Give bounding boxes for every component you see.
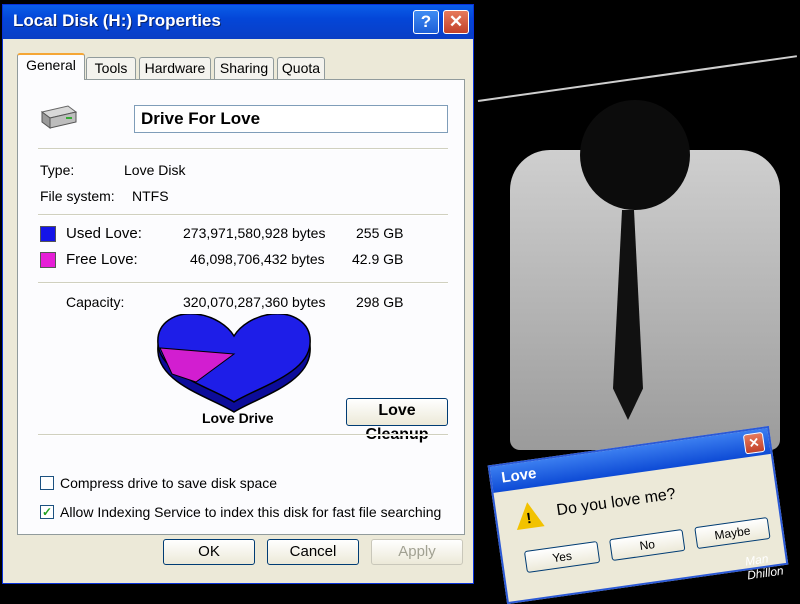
cancel-button[interactable]: Cancel: [267, 539, 359, 565]
tab-sharing[interactable]: Sharing: [214, 57, 274, 79]
used-space-swatch: [40, 226, 56, 242]
apply-button[interactable]: Apply: [371, 539, 463, 565]
tab-tools[interactable]: Tools: [86, 57, 136, 79]
title-bar[interactable]: Local Disk (H:) Properties ? ✕: [3, 5, 473, 39]
hard-drive-icon: [40, 105, 78, 129]
separator: [38, 434, 448, 436]
help-button[interactable]: ?: [413, 10, 439, 34]
indexing-checkbox[interactable]: ✓: [40, 505, 54, 519]
yes-button[interactable]: Yes: [523, 540, 601, 574]
close-button[interactable]: ✕: [443, 10, 469, 34]
credit-text: Man Dhillon: [744, 550, 784, 582]
capacity-size: 298 GB: [356, 294, 404, 310]
free-space-bytes: 46,098,706,432 bytes: [190, 251, 325, 267]
file-system-label: File system:: [40, 188, 115, 204]
drive-name-input[interactable]: Drive For Love: [134, 105, 448, 133]
tab-quota[interactable]: Quota: [277, 57, 325, 79]
file-system-value: NTFS: [132, 188, 169, 204]
love-heart-chart: [157, 314, 311, 413]
general-panel: Drive For Love Type: Love Disk File syst…: [17, 79, 465, 535]
dialog-title: Love: [500, 464, 538, 487]
capacity-label: Capacity:: [66, 294, 125, 310]
chart-label: Love Drive: [202, 410, 274, 426]
love-cleanup-button[interactable]: Love Cleanup: [346, 398, 448, 443]
ok-button[interactable]: OK: [163, 539, 255, 565]
used-space-label: Used Love:: [66, 225, 142, 242]
separator: [38, 282, 448, 284]
tab-general[interactable]: General: [17, 53, 85, 80]
type-label: Type:: [40, 162, 75, 178]
indexing-label: Allow Indexing Service to index this dis…: [60, 504, 442, 520]
compress-checkbox[interactable]: [40, 476, 54, 490]
properties-window: Local Disk (H:) Properties ? ✕ General T…: [2, 4, 474, 584]
dialog-message: Do you love me?: [555, 485, 677, 520]
separator: [38, 148, 448, 150]
maybe-button[interactable]: Maybe: [694, 516, 771, 550]
no-button[interactable]: No: [609, 528, 686, 562]
tab-hardware[interactable]: Hardware: [139, 57, 211, 79]
separator: [38, 214, 448, 216]
free-space-swatch: [40, 252, 56, 268]
person-head: [580, 100, 690, 210]
type-value: Love Disk: [124, 162, 186, 178]
capacity-bytes: 320,070,287,360 bytes: [183, 294, 326, 310]
free-space-size: 42.9 GB: [352, 251, 404, 267]
compress-label: Compress drive to save disk space: [60, 475, 278, 491]
dialog-close-button[interactable]: ✕: [742, 431, 766, 455]
free-space-label: Free Love:: [66, 251, 138, 268]
window-title: Local Disk (H:) Properties: [13, 11, 221, 30]
used-space-size: 255 GB: [356, 225, 404, 241]
used-space-bytes: 273,971,580,928 bytes: [183, 225, 326, 241]
